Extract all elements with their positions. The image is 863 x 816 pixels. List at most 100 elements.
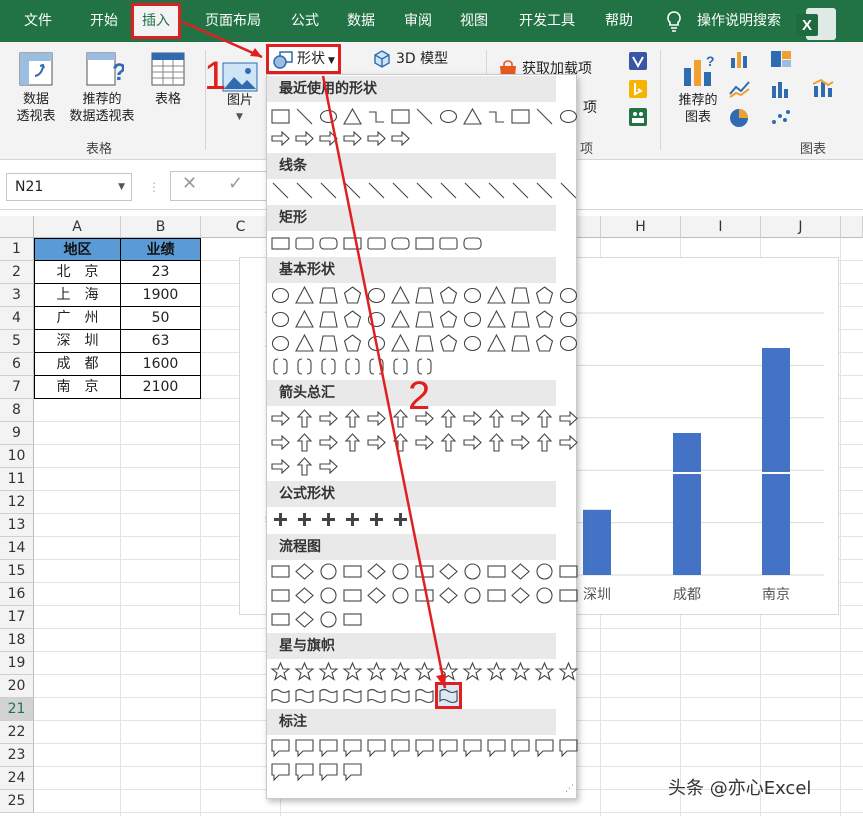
tab-page-layout[interactable]: 页面布局: [194, 0, 272, 42]
table-header-sales[interactable]: 业绩: [121, 238, 201, 261]
basic-shape-icon[interactable]: [366, 285, 387, 306]
callout-shape-icon[interactable]: [342, 737, 363, 758]
basic-shape-icon[interactable]: [534, 285, 555, 306]
table-cell-sales[interactable]: 63: [121, 330, 201, 353]
flow-shape-icon[interactable]: [534, 561, 555, 582]
line-shape-icon[interactable]: [438, 180, 459, 201]
flow-shape-icon[interactable]: [270, 561, 291, 582]
arrow-shape-icon[interactable]: [366, 408, 387, 429]
recent-shape-icon[interactable]: [438, 106, 459, 127]
flow-shape-icon[interactable]: [534, 585, 555, 606]
callout-shape-icon[interactable]: [558, 737, 579, 758]
scatter-chart-icon[interactable]: [770, 108, 792, 128]
chart-bar-0[interactable]: [583, 509, 611, 575]
arrow-shape-icon[interactable]: [462, 432, 483, 453]
arrow-shape-icon[interactable]: [270, 408, 291, 429]
basic-shape-icon[interactable]: [558, 333, 579, 354]
rect-shape-icon[interactable]: [366, 233, 387, 254]
callout-shape-icon[interactable]: [438, 737, 459, 758]
recommended-pivot-button[interactable]: 推荐的 数据透视表: [62, 91, 142, 125]
basic-shape-icon[interactable]: [414, 285, 435, 306]
row-header[interactable]: 12: [0, 491, 34, 514]
basic-shape-icon[interactable]: [318, 285, 339, 306]
arrow-shape-icon[interactable]: [390, 432, 411, 453]
flow-shape-icon[interactable]: [342, 585, 363, 606]
row-header[interactable]: 7: [0, 376, 34, 399]
recent-shape-icon[interactable]: [366, 106, 387, 127]
flow-shape-icon[interactable]: [270, 585, 291, 606]
basic-shape-icon[interactable]: [486, 333, 507, 354]
flow-shape-icon[interactable]: [438, 585, 459, 606]
table-cell-sales[interactable]: 50: [121, 307, 201, 330]
row-header[interactable]: 16: [0, 583, 34, 606]
line-chart-icon[interactable]: [729, 80, 751, 98]
rect-shape-icon[interactable]: [462, 233, 483, 254]
basic-shape-icon[interactable]: [294, 309, 315, 330]
flow-shape-icon[interactable]: [510, 585, 531, 606]
star-shape-icon[interactable]: [318, 661, 339, 682]
basic-shape-icon[interactable]: [486, 285, 507, 306]
flow-shape-icon[interactable]: [510, 561, 531, 582]
basic-shape-icon[interactable]: [342, 309, 363, 330]
recent2-shape-icon[interactable]: [366, 128, 387, 149]
table-cell-region[interactable]: 北 京: [34, 261, 121, 284]
recent2-shape-icon[interactable]: [342, 128, 363, 149]
star-shape-icon[interactable]: [462, 661, 483, 682]
row-header[interactable]: 10: [0, 445, 34, 468]
hierarchy-chart-icon[interactable]: [770, 50, 792, 68]
arrow-shape-icon[interactable]: [270, 456, 291, 477]
table-cell-region[interactable]: 南 京: [34, 376, 121, 399]
star-shape-icon[interactable]: [438, 661, 459, 682]
basic-shape-icon[interactable]: [510, 285, 531, 306]
row-header[interactable]: 1: [0, 238, 34, 261]
column-header-h[interactable]: H: [601, 216, 681, 238]
arrow-shape-icon[interactable]: [486, 408, 507, 429]
arrow-shape-icon[interactable]: [558, 408, 579, 429]
basic-shape-icon[interactable]: [462, 333, 483, 354]
recent2-shape-icon[interactable]: [270, 128, 291, 149]
row-header[interactable]: 22: [0, 721, 34, 744]
picture-dropdown-arrow[interactable]: ▼: [236, 112, 243, 122]
recent-shape-icon[interactable]: [390, 106, 411, 127]
bracket-shape-icon[interactable]: [366, 356, 387, 377]
recent-shape-icon[interactable]: [510, 106, 531, 127]
flow-shape-icon[interactable]: [414, 561, 435, 582]
flow-shape-icon[interactable]: [558, 561, 579, 582]
star-shape-icon[interactable]: [390, 661, 411, 682]
3d-model-button[interactable]: 3D 模型: [396, 51, 456, 68]
line-shape-icon[interactable]: [390, 180, 411, 201]
row-header[interactable]: 18: [0, 629, 34, 652]
basic-shape-icon[interactable]: [390, 333, 411, 354]
line-shape-icon[interactable]: [414, 180, 435, 201]
arrow-shape-icon[interactable]: [294, 456, 315, 477]
my-addins-partial[interactable]: 项: [580, 100, 600, 117]
combo-chart-icon[interactable]: [812, 78, 834, 98]
rect-shape-icon[interactable]: [270, 233, 291, 254]
eq-shape-icon[interactable]: [342, 509, 363, 530]
row-header[interactable]: 15: [0, 560, 34, 583]
table-button[interactable]: 表格: [144, 91, 192, 108]
tab-insert[interactable]: 插入: [131, 3, 181, 39]
flow-shape-icon[interactable]: [558, 585, 579, 606]
tab-home[interactable]: 开始: [76, 0, 132, 42]
arrow-shape-icon[interactable]: [558, 432, 579, 453]
banner-shape-icon[interactable]: [270, 685, 291, 706]
flow-shape-icon[interactable]: [462, 561, 483, 582]
select-all-corner[interactable]: [0, 216, 34, 238]
tab-review[interactable]: 审阅: [393, 0, 443, 42]
recent-shape-icon[interactable]: [294, 106, 315, 127]
table-cell-region[interactable]: 上 海: [34, 284, 121, 307]
arrow-shape-icon[interactable]: [318, 456, 339, 477]
bracket-shape-icon[interactable]: [270, 356, 291, 377]
flow-shape-icon[interactable]: [366, 585, 387, 606]
basic-shape-icon[interactable]: [510, 333, 531, 354]
basic-shape-icon[interactable]: [414, 333, 435, 354]
line-shape-icon[interactable]: [366, 180, 387, 201]
flow-shape-icon[interactable]: [270, 609, 291, 630]
basic-shape-icon[interactable]: [318, 309, 339, 330]
flow-shape-icon[interactable]: [342, 609, 363, 630]
flow-shape-icon[interactable]: [390, 585, 411, 606]
row-header[interactable]: 9: [0, 422, 34, 445]
line-shape-icon[interactable]: [318, 180, 339, 201]
formula-bar-grip[interactable]: ⋮: [148, 180, 160, 194]
